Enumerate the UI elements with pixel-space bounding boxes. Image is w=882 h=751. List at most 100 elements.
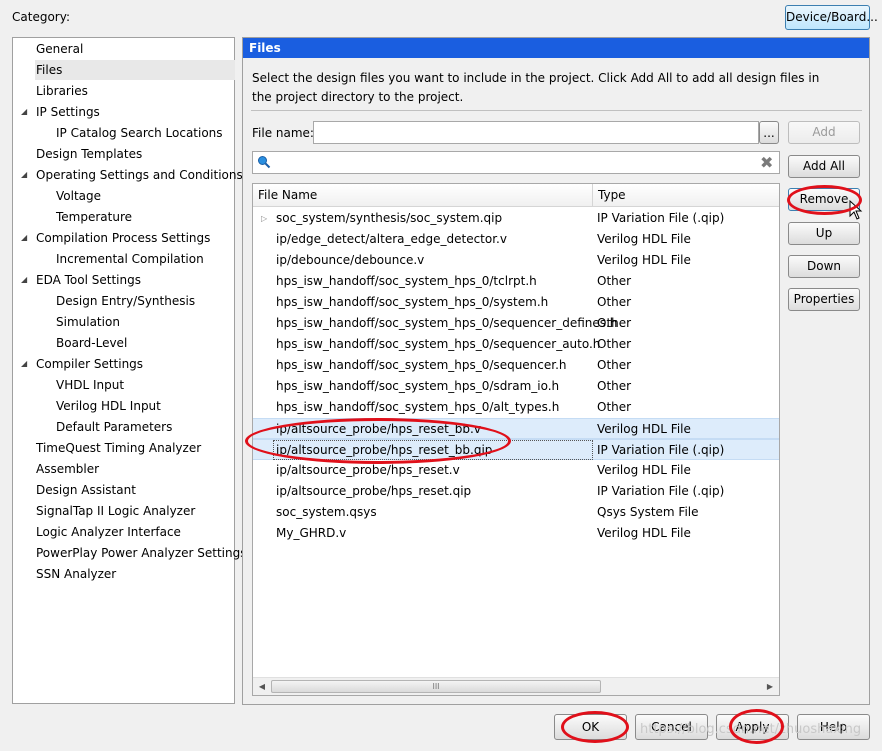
- tree-item-label: Compilation Process Settings: [36, 231, 211, 245]
- watermark: https://blog.csdn.net/zhuoshaxing: [640, 722, 862, 737]
- cell-file-type: Qsys System File: [597, 505, 699, 519]
- cell-file-type: Verilog HDL File: [597, 526, 691, 540]
- tree-item-label: VHDL Input: [56, 378, 125, 392]
- cell-file-name: ip/altsource_probe/hps_reset.v: [276, 463, 460, 477]
- properties-button[interactable]: Properties: [788, 288, 860, 311]
- tree-expand-icon[interactable]: ◢: [21, 354, 27, 374]
- cursor-icon: [849, 199, 863, 223]
- files-panel-header: Files: [243, 38, 869, 58]
- category-tree[interactable]: General Files Libraries ◢ IP Settings IP Cata…: [12, 37, 246, 704]
- cell-file-name: ip/edge_detect/altera_edge_detector.v: [276, 232, 507, 246]
- table-row[interactable]: hps_isw_handoff/soc_system_hps_0/sdram_i…: [253, 376, 779, 397]
- tree-item-label: Design Assistant: [36, 483, 136, 497]
- table-row[interactable]: ip/altsource_probe/hps_reset.qip IP Varia…: [253, 481, 779, 502]
- table-row[interactable]: hps_isw_handoff/soc_system_hps_0/system.…: [253, 292, 779, 313]
- browse-button[interactable]: ...: [759, 121, 779, 144]
- tree-item-label: Libraries: [36, 84, 88, 98]
- cell-file-type: Verilog HDL File: [597, 463, 691, 477]
- clear-search-icon[interactable]: ✖: [760, 152, 773, 173]
- table-row[interactable]: ip/altsource_probe/hps_reset_bb.v Verilog…: [253, 418, 779, 439]
- scroll-left-icon[interactable]: ◀: [255, 678, 269, 695]
- tree-item-label: Board-Level: [56, 336, 128, 350]
- table-row[interactable]: hps_isw_handoff/soc_system_hps_0/sequenc…: [253, 334, 779, 355]
- tree-item-label: IP Settings: [36, 105, 100, 119]
- tree-item-label: Temperature: [56, 210, 133, 224]
- tree-expand-icon[interactable]: ◢: [21, 165, 27, 185]
- table-row[interactable]: hps_isw_handoff/soc_system_hps_0/sequenc…: [253, 355, 779, 376]
- files-panel: Files Select the design files you want t…: [242, 37, 870, 705]
- cell-file-name: hps_isw_handoff/soc_system_hps_0/sdram_i…: [276, 379, 560, 393]
- cell-file-name: hps_isw_handoff/soc_system_hps_0/alt_typ…: [276, 400, 560, 414]
- search-box[interactable]: ✖: [252, 151, 780, 174]
- tree-item-label: IP Catalog Search Locations: [56, 126, 223, 140]
- cell-file-name: hps_isw_handoff/soc_system_hps_0/sequenc…: [276, 316, 618, 330]
- cell-file-name: ip/debounce/debounce.v: [276, 253, 425, 267]
- table-row[interactable]: hps_isw_handoff/soc_system_hps_0/alt_typ…: [253, 397, 779, 418]
- tree-expand-icon[interactable]: ◢: [21, 102, 27, 122]
- table-row[interactable]: hps_isw_handoff/soc_system_hps_0/sequenc…: [253, 313, 779, 334]
- tree-item-label: General: [36, 42, 84, 56]
- cell-file-name: soc_system.qsys: [276, 505, 377, 519]
- device-board-button[interactable]: Device/Board...: [785, 5, 878, 30]
- tree-item-label: Files: [36, 63, 63, 77]
- cell-file-type: IP Variation File (.qip): [597, 211, 725, 225]
- tree-item-label: Verilog HDL Input: [56, 399, 161, 413]
- cell-file-type: IP Variation File (.qip): [597, 484, 725, 498]
- down-button[interactable]: Down: [788, 255, 860, 278]
- cell-file-name: hps_isw_handoff/soc_system_hps_0/sequenc…: [276, 358, 567, 372]
- cell-file-type: Other: [597, 295, 632, 309]
- tree-item-label: TimeQuest Timing Analyzer: [36, 441, 202, 455]
- tree-item-label: Simulation: [56, 315, 120, 329]
- table-row[interactable]: My_GHRD.v Verilog HDL File: [253, 523, 779, 544]
- scroll-right-icon[interactable]: ▶: [763, 678, 777, 695]
- table-row[interactable]: ip/debounce/debounce.v Verilog HDL File: [253, 250, 779, 271]
- cell-file-type: Other: [597, 316, 632, 330]
- cell-file-type: Verilog HDL File: [597, 253, 691, 267]
- table-row[interactable]: soc_system.qsys Qsys System File: [253, 502, 779, 523]
- file-table: File Name Type ▷ soc_system/synthesis/soc…: [252, 183, 780, 696]
- cell-file-type: Other: [597, 358, 632, 372]
- cell-file-type: Verilog HDL File: [597, 422, 691, 436]
- category-label: Category:: [12, 10, 70, 24]
- tree-item-label: Compiler Settings: [36, 357, 144, 371]
- cell-file-type: IP Variation File (.qip): [597, 443, 725, 457]
- table-row[interactable]: ip/edge_detect/altera_edge_detector.v Ver…: [253, 229, 779, 250]
- tree-item-label: PowerPlay Power Analyzer Settings: [36, 546, 247, 560]
- add-all-button[interactable]: Add All: [788, 155, 860, 178]
- cell-file-name: ip/altsource_probe/hps_reset_bb.qip: [276, 443, 493, 457]
- file-name-input[interactable]: [313, 121, 759, 144]
- table-rows: ▷ soc_system/synthesis/soc_system.qip IP V…: [253, 208, 779, 668]
- cell-file-type: Other: [597, 379, 632, 393]
- tree-item-label: EDA Tool Settings: [36, 273, 141, 287]
- column-header-type[interactable]: Type: [593, 184, 778, 206]
- table-row[interactable]: hps_isw_handoff/soc_system_hps_0/tclrpt.…: [253, 271, 779, 292]
- tree-item-label: Default Parameters: [56, 420, 173, 434]
- tree-item-files[interactable]: Files: [35, 60, 235, 80]
- tree-item-label: Design Templates: [36, 147, 143, 161]
- tree-item-label: Logic Analyzer Interface: [36, 525, 181, 539]
- up-button[interactable]: Up: [788, 222, 860, 245]
- column-header-file-name[interactable]: File Name: [253, 184, 593, 206]
- cell-file-name: hps_isw_handoff/soc_system_hps_0/system.…: [276, 295, 549, 309]
- tree-item-label: SSN Analyzer: [36, 567, 117, 581]
- row-expand-icon[interactable]: ▷: [261, 208, 267, 229]
- table-row[interactable]: ip/altsource_probe/hps_reset.v Verilog HD…: [253, 460, 779, 481]
- cell-file-name: hps_isw_handoff/soc_system_hps_0/tclrpt.…: [276, 274, 537, 288]
- tree-expand-icon[interactable]: ◢: [21, 270, 27, 290]
- tree-expand-icon[interactable]: ◢: [21, 228, 27, 248]
- cell-file-name: My_GHRD.v: [276, 526, 347, 540]
- file-name-label: File name:: [252, 126, 314, 140]
- cell-file-name: soc_system/synthesis/soc_system.qip: [276, 211, 503, 225]
- add-button[interactable]: Add: [788, 121, 860, 144]
- cell-file-name: ip/altsource_probe/hps_reset.qip: [276, 484, 472, 498]
- ok-button[interactable]: OK: [554, 714, 627, 740]
- cell-file-type: Other: [597, 400, 632, 414]
- horizontal-scrollbar[interactable]: ◀ III ▶: [253, 677, 779, 695]
- tree-item-label: Design Entry/Synthesis: [56, 294, 196, 308]
- search-icon: [257, 155, 271, 172]
- table-row[interactable]: ip/altsource_probe/hps_reset_bb.qip IP Va…: [253, 439, 779, 460]
- scroll-thumb[interactable]: III: [271, 680, 601, 693]
- table-row[interactable]: ▷ soc_system/synthesis/soc_system.qip IP V…: [253, 208, 779, 229]
- tree-item-label: Assembler: [36, 462, 100, 476]
- tree-item-label: Incremental Compilation: [56, 252, 204, 266]
